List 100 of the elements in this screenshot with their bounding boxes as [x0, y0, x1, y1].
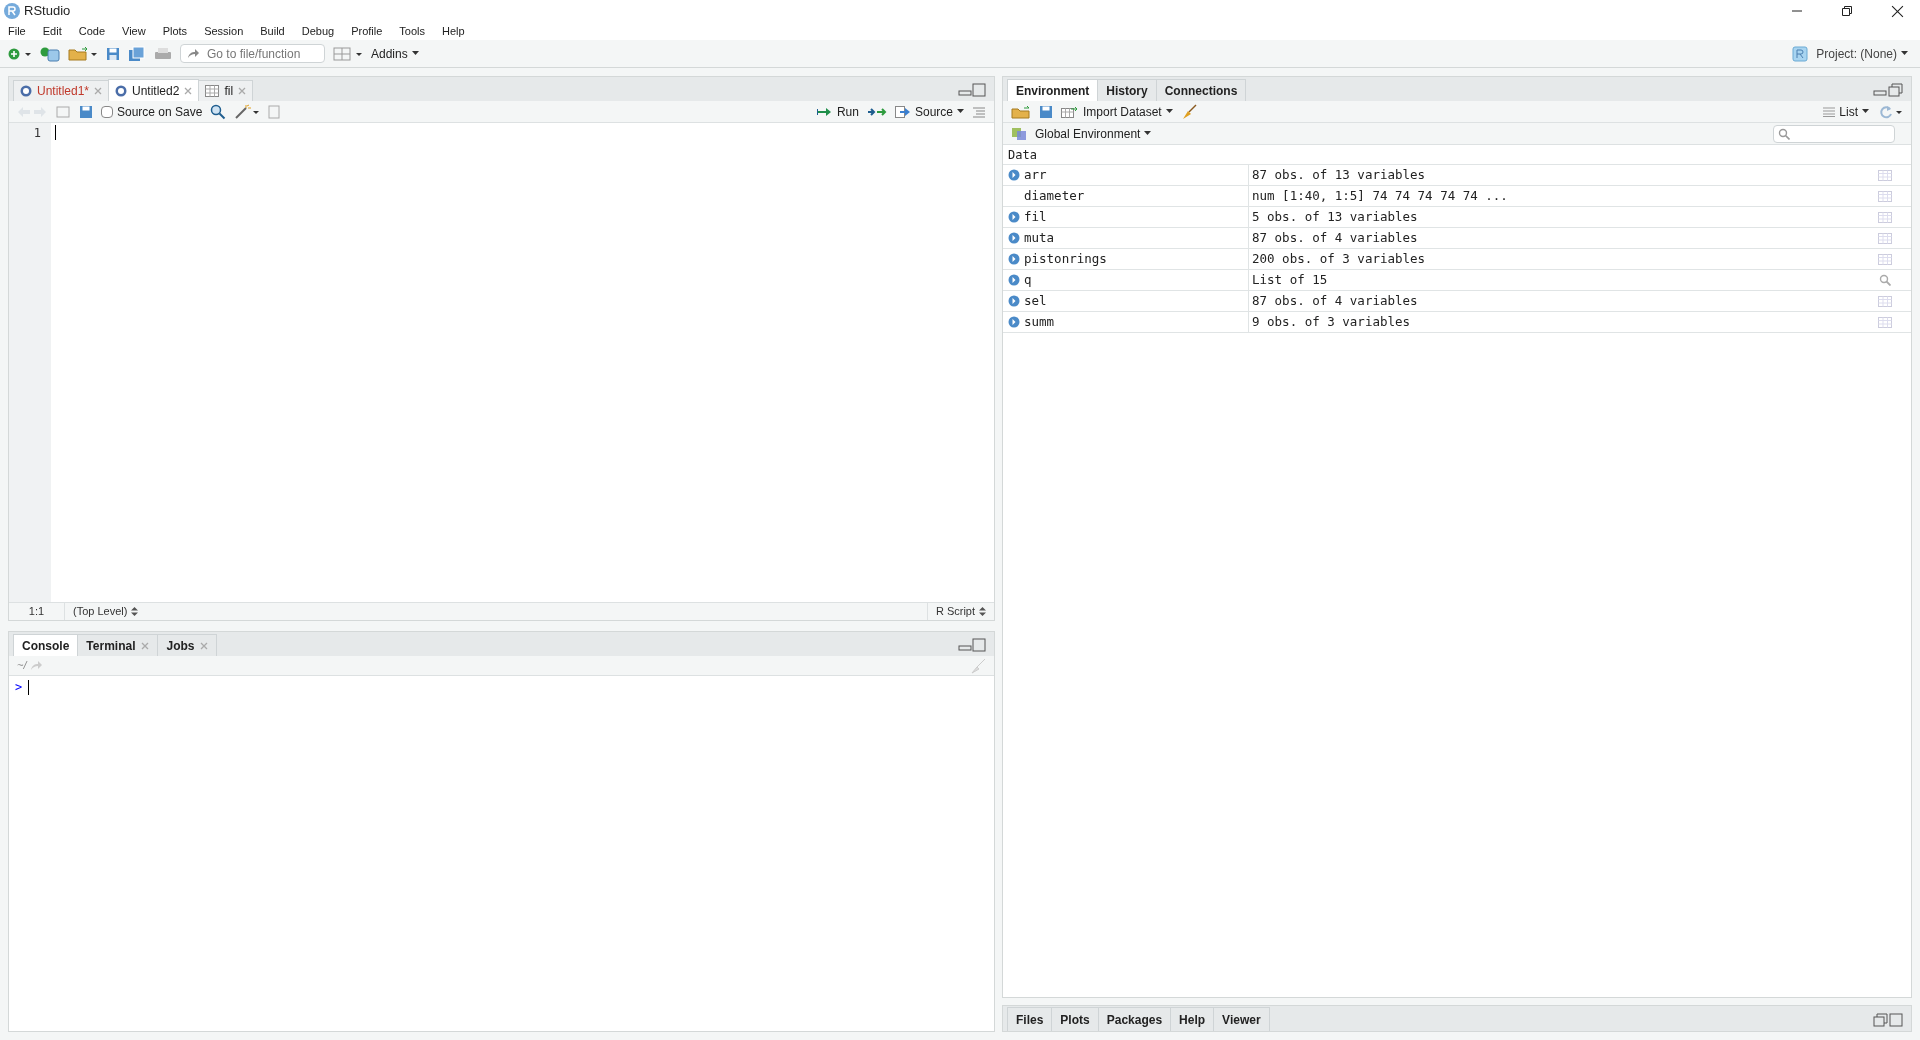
- variable-value: 200 obs. of 3 variables: [1252, 250, 1426, 266]
- table-icon[interactable]: [1878, 295, 1892, 307]
- expand-icon[interactable]: [1008, 274, 1020, 286]
- menu-item[interactable]: Profile: [351, 22, 383, 40]
- view-mode-menu[interactable]: List: [1823, 102, 1869, 121]
- scope-menu[interactable]: (Top Level): [65, 603, 139, 620]
- menu-item[interactable]: Build: [260, 22, 285, 40]
- variable-name: pistonrings: [1024, 249, 1107, 268]
- search-icon: [1778, 127, 1790, 140]
- source-on-save-checkbox[interactable]: Source on Save: [101, 102, 203, 121]
- pane-tab[interactable]: Connections: [1155, 79, 1247, 101]
- expand-icon[interactable]: [1008, 295, 1020, 307]
- expand-icon[interactable]: [1008, 169, 1020, 181]
- project-icon: [1792, 45, 1809, 62]
- open-folder-icon[interactable]: [1011, 104, 1031, 119]
- menu-item[interactable]: Help: [442, 22, 465, 40]
- arrow-icon: [816, 106, 833, 117]
- pane-tab[interactable]: History: [1097, 79, 1157, 101]
- run-button[interactable]: Run: [816, 102, 859, 121]
- variable-value: 5 obs. of 13 variables: [1252, 208, 1418, 224]
- table-icon[interactable]: [1878, 316, 1892, 328]
- search-field[interactable]: [1773, 124, 1895, 143]
- menu-item[interactable]: Tools: [399, 22, 426, 40]
- pane-tab[interactable]: Console: [13, 634, 79, 656]
- table-icon[interactable]: [1878, 211, 1892, 223]
- pane-tab[interactable]: Viewer: [1213, 1007, 1270, 1031]
- table-icon[interactable]: [1878, 169, 1892, 181]
- table-icon[interactable]: [1878, 190, 1892, 202]
- caret-icon: [1165, 109, 1173, 114]
- refresh-icon[interactable]: [1877, 103, 1903, 120]
- show-in-window-icon[interactable]: [55, 104, 71, 119]
- save-all-icon[interactable]: [128, 45, 146, 62]
- addins-menu[interactable]: Addins: [371, 44, 419, 63]
- go-to-file-field[interactable]: Go to file/function: [180, 44, 325, 63]
- variable-value: 87 obs. of 4 variables: [1252, 292, 1418, 308]
- menu-item[interactable]: Debug: [301, 22, 335, 40]
- editor-tab[interactable]: Untitled1*: [13, 80, 110, 101]
- open-folder-icon[interactable]: [68, 45, 98, 62]
- source-button[interactable]: Source: [894, 102, 964, 121]
- expand-icon[interactable]: [1008, 253, 1020, 265]
- menu-item[interactable]: File: [8, 22, 26, 40]
- outline-icon[interactable]: [972, 105, 986, 118]
- cursor-position: 1:1: [9, 603, 65, 620]
- editor-tab[interactable]: fil: [198, 80, 254, 101]
- broom-icon[interactable]: [1180, 103, 1197, 120]
- menu-item[interactable]: Edit: [42, 22, 62, 40]
- menu-item[interactable]: Plots: [162, 22, 188, 40]
- variable-name: summ: [1024, 312, 1055, 331]
- text-cursor: [55, 125, 56, 140]
- magic-wand-icon[interactable]: [234, 103, 261, 120]
- arrow-icon: [894, 105, 911, 118]
- save-icon[interactable]: [1039, 104, 1053, 119]
- project-menu[interactable]: Project: (None): [1816, 44, 1908, 63]
- updown-icon: [979, 607, 986, 616]
- rerun-icon[interactable]: [866, 105, 887, 118]
- variable-value: num [1:40, 1:5] 74 74 74 74 74 ...: [1252, 187, 1508, 203]
- table-icon[interactable]: [1878, 253, 1892, 265]
- menu-item[interactable]: Session: [204, 22, 244, 40]
- new-file-icon[interactable]: [8, 46, 32, 61]
- variable-value: 87 obs. of 13 variables: [1252, 166, 1426, 182]
- rstudio-logo-icon: [4, 3, 20, 19]
- expand-icon[interactable]: [1008, 211, 1020, 223]
- r-file-icon: [20, 85, 32, 97]
- variable-value: 87 obs. of 4 variables: [1252, 229, 1418, 245]
- minimize-pane-icon[interactable]: [958, 83, 986, 97]
- expand-icon[interactable]: [1008, 232, 1020, 244]
- new-project-icon[interactable]: [40, 45, 60, 62]
- console-prompt: >: [15, 679, 23, 696]
- r-file-icon: [115, 84, 128, 97]
- pane-tab[interactable]: Files: [1007, 1007, 1053, 1031]
- caret-icon: [957, 109, 964, 114]
- menu-item[interactable]: View: [122, 22, 146, 40]
- minimize-pane-icon[interactable]: [958, 638, 986, 652]
- updown-icon: [131, 607, 139, 616]
- pane-tab[interactable]: Jobs: [157, 634, 218, 656]
- restore-icon[interactable]: [1841, 5, 1853, 17]
- arrow-icon[interactable]: [30, 660, 43, 671]
- print-icon[interactable]: [154, 46, 172, 61]
- table-icon[interactable]: [1878, 232, 1892, 244]
- expand-icon[interactable]: [1008, 316, 1020, 328]
- pane-tab[interactable]: Environment: [1007, 79, 1099, 101]
- text-cursor: [28, 679, 30, 695]
- restore-pane-icon[interactable]: [1873, 83, 1903, 97]
- caret-icon: [1901, 51, 1908, 56]
- variable-name: fil: [1024, 207, 1047, 226]
- environment-menu[interactable]: Global Environment: [1035, 124, 1152, 143]
- search-icon[interactable]: [210, 103, 227, 120]
- close-icon[interactable]: [1891, 4, 1904, 18]
- import-dataset-button[interactable]: Import Dataset: [1061, 102, 1173, 121]
- caret-icon: [1144, 131, 1152, 136]
- caret-icon: [1862, 109, 1869, 114]
- table-icon: [205, 85, 220, 97]
- file-type-menu[interactable]: R Script: [926, 603, 994, 620]
- restore-pane-icon[interactable]: [1873, 1013, 1903, 1027]
- save-icon[interactable]: [106, 46, 120, 61]
- save-icon[interactable]: [79, 104, 93, 119]
- editor-tab[interactable]: Untitled2: [108, 79, 200, 101]
- notebook-icon[interactable]: [268, 104, 281, 119]
- menu-item[interactable]: Code: [78, 22, 105, 40]
- grid-layout-icon[interactable]: [333, 46, 363, 61]
